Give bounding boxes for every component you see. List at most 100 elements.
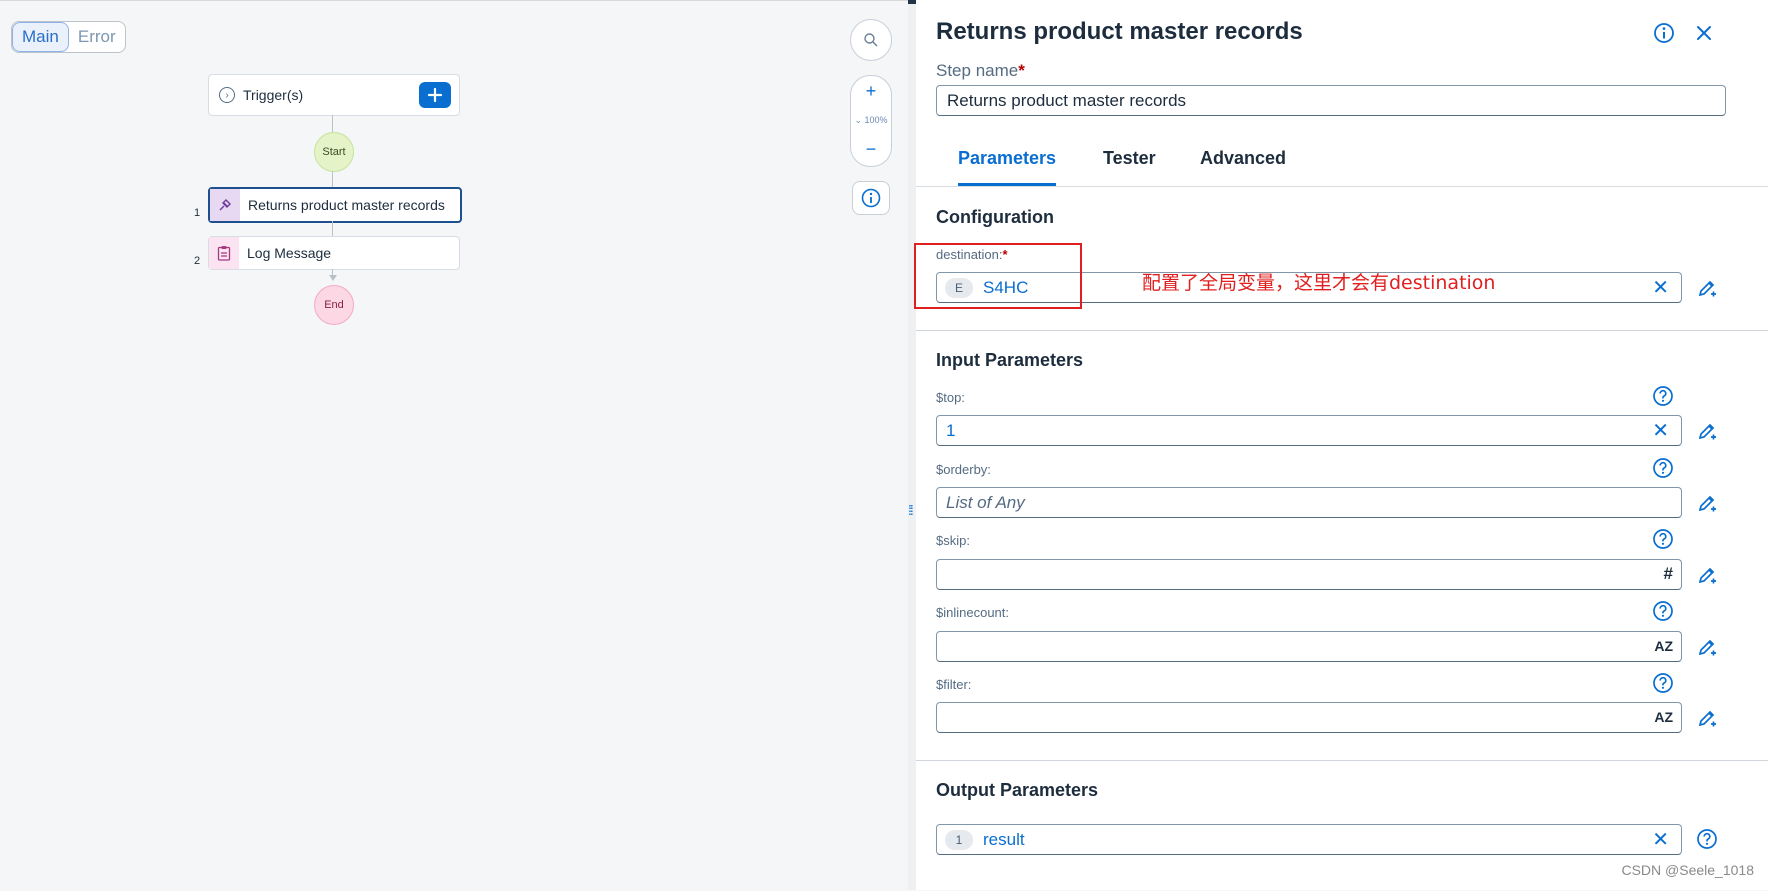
help-top-button[interactable]: [1652, 385, 1674, 407]
zoom-out-button[interactable]: −: [851, 134, 891, 164]
clear-destination-button[interactable]: ✕: [1652, 278, 1669, 298]
param-label-filter: $filter:: [936, 677, 972, 692]
required-marker: *: [1002, 247, 1008, 262]
pencil-icon: [1698, 495, 1716, 512]
help-icon: [1653, 458, 1673, 478]
end-node: End: [314, 285, 354, 325]
canvas-info-button[interactable]: [852, 181, 890, 215]
search-icon: [864, 33, 878, 47]
output-index-chip: 1: [945, 829, 973, 850]
section-divider: [916, 760, 1768, 761]
step-node-returns-product[interactable]: Returns product master records: [208, 187, 462, 223]
destination-label-text: destination:: [936, 247, 1003, 262]
connector-arrow: [329, 275, 337, 281]
output-value: result: [983, 829, 1025, 849]
info-icon: [861, 188, 881, 208]
drag-grip-icon[interactable]: ⁞⁞: [908, 502, 914, 518]
help-output-button[interactable]: [1696, 828, 1718, 850]
flow-segmented-control: Main Error: [11, 21, 126, 53]
tab-error[interactable]: Error: [69, 22, 125, 52]
trigger-node[interactable]: › Trigger(s): [208, 74, 460, 116]
start-node: Start: [314, 132, 354, 172]
param-label-orderby: $orderby:: [936, 462, 991, 477]
param-skip-input[interactable]: #: [936, 559, 1682, 590]
zoom-in-button[interactable]: +: [851, 76, 891, 106]
param-top-value: 1: [946, 420, 956, 440]
edit-filter-button[interactable]: [1694, 705, 1720, 731]
step-label: Log Message: [247, 245, 332, 261]
watermark: CSDN @Seele_1018: [1621, 862, 1754, 878]
panel-info-button[interactable]: [1653, 22, 1675, 44]
tab-advanced[interactable]: Advanced: [1200, 148, 1286, 183]
destination-token: E S4HC: [945, 277, 1029, 298]
help-filter-button[interactable]: [1652, 672, 1674, 694]
connector-line: [332, 221, 333, 236]
help-icon: [1653, 601, 1673, 621]
help-orderby-button[interactable]: [1652, 457, 1674, 479]
param-label-inlinecount: $inlinecount:: [936, 605, 1009, 620]
close-icon: [1697, 26, 1711, 40]
param-orderby-placeholder: List of Any: [946, 492, 1025, 512]
help-inlinecount-button[interactable]: [1652, 600, 1674, 622]
tab-tester[interactable]: Tester: [1103, 148, 1156, 183]
panel-tabs: Parameters Tester Advanced: [916, 140, 1768, 187]
step-name-label: Step name*: [936, 61, 1025, 81]
help-icon: [1653, 673, 1673, 693]
help-icon: [1653, 529, 1673, 549]
splitter-marker: [908, 0, 916, 4]
help-icon: [1697, 829, 1717, 849]
edit-inlinecount-button[interactable]: [1694, 634, 1720, 660]
panel-title: Returns product master records: [936, 18, 1303, 45]
close-panel-button[interactable]: [1693, 22, 1715, 44]
add-trigger-button[interactable]: [419, 82, 451, 108]
clear-top-button[interactable]: ✕: [1652, 421, 1669, 441]
edit-skip-button[interactable]: [1694, 562, 1720, 588]
plus-icon: [427, 87, 443, 103]
panel-splitter[interactable]: ⁞⁞: [908, 0, 916, 890]
step-number: 2: [194, 255, 201, 267]
input-parameters-heading: Input Parameters: [936, 350, 1084, 370]
connector-line: [332, 171, 333, 187]
edit-top-button[interactable]: [1694, 418, 1720, 444]
output-result-input[interactable]: 1 result ✕: [936, 824, 1682, 855]
destination-value: S4HC: [983, 277, 1029, 297]
clear-output-button[interactable]: ✕: [1652, 830, 1669, 850]
configuration-heading: Configuration: [936, 207, 1054, 227]
step-node-log-message[interactable]: Log Message: [208, 236, 460, 270]
step-number: 1: [194, 207, 201, 219]
tab-parameters[interactable]: Parameters: [958, 148, 1057, 186]
tab-main[interactable]: Main: [12, 22, 69, 52]
param-inlinecount-input[interactable]: AZ: [936, 631, 1682, 662]
output-token: 1 result: [945, 829, 1025, 850]
zoom-level[interactable]: ⌄ 100%: [851, 106, 891, 134]
edit-destination-button[interactable]: [1694, 275, 1720, 301]
string-type-icon: AZ: [1654, 709, 1673, 725]
param-label-skip: $skip:: [936, 533, 970, 548]
environment-chip: E: [945, 277, 973, 298]
param-label-top: $top:: [936, 390, 965, 405]
properties-panel: Returns product master records Step name…: [916, 0, 1768, 890]
zoom-level-value: 100%: [864, 115, 888, 125]
destination-label: destination:*: [936, 247, 1008, 262]
param-orderby-input[interactable]: List of Any: [936, 487, 1682, 518]
edit-orderby-button[interactable]: [1694, 490, 1720, 516]
string-type-icon: AZ: [1654, 638, 1673, 654]
help-skip-button[interactable]: [1652, 528, 1674, 550]
action-icon: [210, 189, 240, 221]
clipboard-icon: [209, 237, 239, 269]
zoom-controls: + ⌄ 100% −: [850, 75, 892, 167]
pencil-icon: [1698, 639, 1716, 656]
param-filter-input[interactable]: AZ: [936, 702, 1682, 733]
chevron-right-icon[interactable]: ›: [219, 87, 235, 103]
trigger-label: Trigger(s): [243, 87, 304, 103]
step-name-input[interactable]: Returns product master records: [936, 85, 1726, 116]
param-top-input[interactable]: 1 ✕: [936, 415, 1682, 446]
search-button[interactable]: [850, 19, 892, 61]
flow-canvas[interactable]: Main Error › Trigger(s) Start 1 Returns …: [0, 0, 908, 891]
output-parameters-heading: Output Parameters: [936, 780, 1099, 800]
step-name-label-text: Step name: [936, 61, 1019, 80]
pencil-icon: [1698, 710, 1716, 727]
number-type-icon: #: [1663, 564, 1673, 583]
help-icon: [1653, 386, 1673, 406]
pencil-icon: [1698, 567, 1716, 584]
